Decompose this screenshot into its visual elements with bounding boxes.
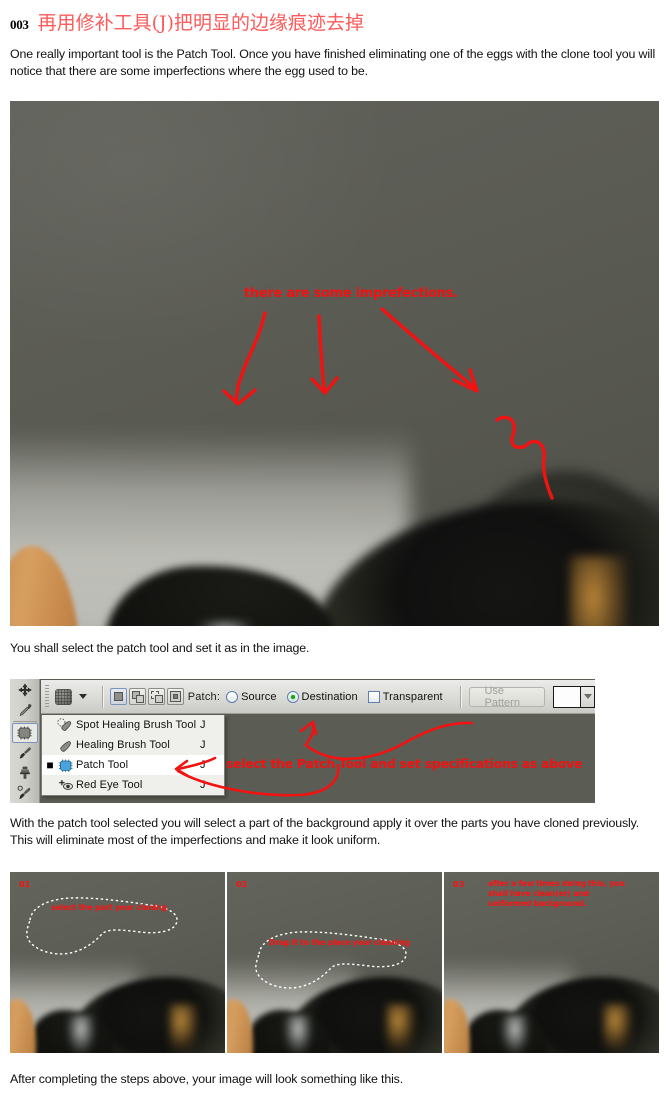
healing-brush-icon — [54, 738, 76, 752]
step-panel-01: 01 select the part your cloning — [10, 872, 225, 1053]
menu-item-shortcut: J — [200, 779, 206, 791]
step-panels: 01 select the part your cloning 02 Drag … — [10, 872, 659, 1053]
source-radio-group[interactable]: Source — [226, 690, 277, 703]
transparent-checkbox[interactable] — [367, 690, 380, 703]
usage-paragraph: With the patch tool selected you will se… — [10, 816, 640, 847]
main-photo: there are some imprefections. www.luotao… — [10, 101, 659, 626]
photo-annotation-text: there are some imprefections. — [244, 286, 458, 301]
options-bar-grip[interactable] — [45, 684, 49, 709]
brush-tool-icon[interactable] — [12, 743, 38, 763]
marching-ants-selection — [255, 931, 407, 989]
source-label: Source — [241, 690, 277, 703]
patch-tool-icon — [54, 758, 76, 773]
use-pattern-button[interactable]: Use Pattern — [469, 685, 545, 709]
menu-item-shortcut: J — [200, 739, 206, 751]
photoshop-options-bar: Patch: Source Destination Transparent Us… — [41, 680, 595, 714]
menu-item-label: Spot Healing Brush Tool — [76, 719, 197, 731]
marching-ants-selection — [26, 897, 178, 955]
panel-number: 01 — [19, 880, 31, 889]
menu-item-shortcut: J — [200, 759, 206, 771]
photoshop-annotation-text: select the Patch Tool and set specificat… — [226, 756, 583, 771]
transparent-checkbox-group[interactable]: Transparent — [367, 690, 443, 703]
menu-item-spot-healing-brush-tool[interactable]: Spot Healing Brush Tool J — [42, 715, 224, 735]
photo-specular-highlight — [195, 621, 255, 626]
arrow-to-destination-curve — [304, 721, 474, 761]
panel-number: 03 — [453, 880, 465, 889]
tutorial-page: 003 再用修补工具(J)把明显的边缘痕迹去掉 One really impor… — [0, 0, 669, 1094]
chevron-down-icon[interactable] — [78, 694, 87, 699]
transparent-label: Transparent — [382, 690, 443, 703]
eyedropper-tool-icon[interactable] — [12, 700, 38, 720]
pattern-picker[interactable] — [553, 685, 595, 708]
arrow-to-destination-shaft — [304, 722, 315, 747]
menu-item-label: Healing Brush Tool — [76, 739, 170, 751]
destination-radio-group[interactable]: Destination — [286, 690, 358, 703]
menu-item-patch-tool[interactable]: ■ Patch Tool J — [42, 755, 224, 775]
menu-bullet-selected: ■ — [46, 758, 54, 772]
move-tool-icon[interactable] — [12, 680, 38, 700]
patch-tool-flyout-menu: Spot Healing Brush Tool J Healing Brush … — [41, 715, 225, 796]
menu-item-label: Red Eye Tool — [76, 779, 143, 791]
panel-amber-region — [603, 1004, 634, 1052]
patch-preview-group[interactable] — [54, 688, 87, 705]
history-brush-tool-icon[interactable] — [12, 783, 38, 803]
destination-label: Destination — [301, 690, 358, 703]
menu-item-healing-brush-tool[interactable]: Healing Brush Tool J — [42, 735, 224, 755]
step-panel-02: 02 Drag it to the place your cleaning — [227, 872, 442, 1053]
pattern-swatch-preview — [554, 686, 580, 707]
page-header: 003 再用修补工具(J)把明显的边缘痕迹去掉 — [10, 8, 364, 35]
result-paragraph: After completing the steps above, your i… — [10, 1072, 404, 1086]
panel-specular-highlight — [499, 1014, 530, 1053]
patch-label: Patch: — [187, 690, 221, 703]
step-number: 003 — [10, 17, 29, 32]
intersect-with-selection-button[interactable] — [166, 688, 184, 705]
options-divider-2 — [459, 685, 461, 708]
pattern-chevron-down-icon[interactable] — [580, 686, 594, 707]
photoshop-screenshot: Patch: Source Destination Transparent Us… — [10, 679, 595, 803]
new-selection-button[interactable] — [109, 688, 127, 705]
options-divider-1 — [101, 685, 103, 708]
panel-caption: Drag it to the place your cleaning — [269, 938, 410, 947]
menu-item-shortcut: J — [200, 719, 206, 731]
arrow-to-destination-head — [299, 720, 318, 736]
select-tool-paragraph: You shall select the patch tool and set … — [10, 641, 310, 655]
page-title: 再用修补工具(J)把明显的边缘痕迹去掉 — [37, 12, 365, 34]
selection-mode-group — [109, 688, 184, 705]
toolbar-divider — [12, 720, 37, 722]
destination-radio[interactable] — [286, 690, 299, 703]
panel-caption: after a few times doing this, you shall … — [488, 879, 625, 908]
intro-paragraph: One really important tool is the Patch T… — [10, 47, 656, 78]
patch-swatch-icon — [54, 688, 72, 705]
menu-item-label: Patch Tool — [76, 759, 129, 771]
red-eye-tool-icon — [54, 778, 76, 792]
panel-caption: select the part your cloning — [51, 903, 167, 912]
subtract-from-selection-button[interactable] — [147, 688, 165, 705]
menu-item-red-eye-tool[interactable]: Red Eye Tool J — [42, 775, 224, 795]
chevron-down-icon — [583, 694, 592, 699]
add-to-selection-button[interactable] — [128, 688, 146, 705]
step-panel-03: 03 after a few times doing this, you sha… — [444, 872, 659, 1053]
spot-healing-brush-icon — [54, 718, 76, 732]
source-radio[interactable] — [226, 690, 239, 703]
photoshop-toolbar — [10, 679, 40, 803]
patch-tool-icon[interactable] — [11, 722, 38, 744]
photo-amber-region — [570, 556, 628, 626]
clone-stamp-tool-icon[interactable] — [12, 763, 38, 783]
panel-number: 02 — [236, 880, 248, 889]
